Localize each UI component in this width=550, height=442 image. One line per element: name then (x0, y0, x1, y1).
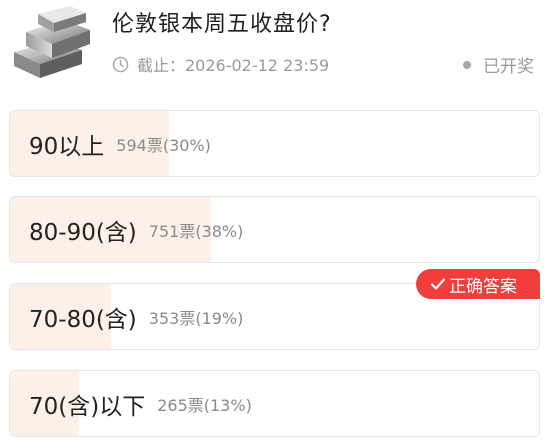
option-label: 90以上 (29, 133, 105, 160)
correct-answer-text: 正确答案 (449, 276, 517, 297)
option-vote-count: 751票(38%) (148, 221, 244, 241)
status-text: 已开奖 (483, 57, 534, 77)
clock-icon (112, 56, 129, 72)
option-vote-count: 594票(30%) (116, 135, 211, 155)
poll-header: 伦敦银本周五收盘价? 截止：2026-02-12 23:59 已开奖 (0, 0, 550, 100)
option-label: 80-90(含) (29, 219, 137, 246)
deadline: 截止：2026-02-12 23:59 (112, 52, 329, 76)
poll-option[interactable]: 70(含)以下 265票(13%) (9, 370, 540, 437)
poll-option[interactable]: 80-90(含) 751票(38%) (9, 196, 540, 263)
poll-title: 伦敦银本周五收盘价? (112, 12, 332, 37)
poll-option[interactable]: 90以上 594票(30%) (9, 110, 540, 177)
correct-answer-badge: 正确答案 (416, 269, 540, 299)
option-label: 70(含)以下 (29, 393, 146, 420)
silver-bars-image (14, 6, 90, 78)
option-vote-count: 353票(19%) (148, 308, 244, 328)
option-vote-count: 265票(13%) (157, 395, 252, 415)
dot-icon (463, 60, 471, 69)
check-icon (430, 278, 446, 290)
option-label: 70-80(含) (29, 306, 137, 333)
deadline-text: 截止：2026-02-12 23:59 (137, 56, 330, 75)
poll-status: 已开奖 (463, 52, 534, 77)
